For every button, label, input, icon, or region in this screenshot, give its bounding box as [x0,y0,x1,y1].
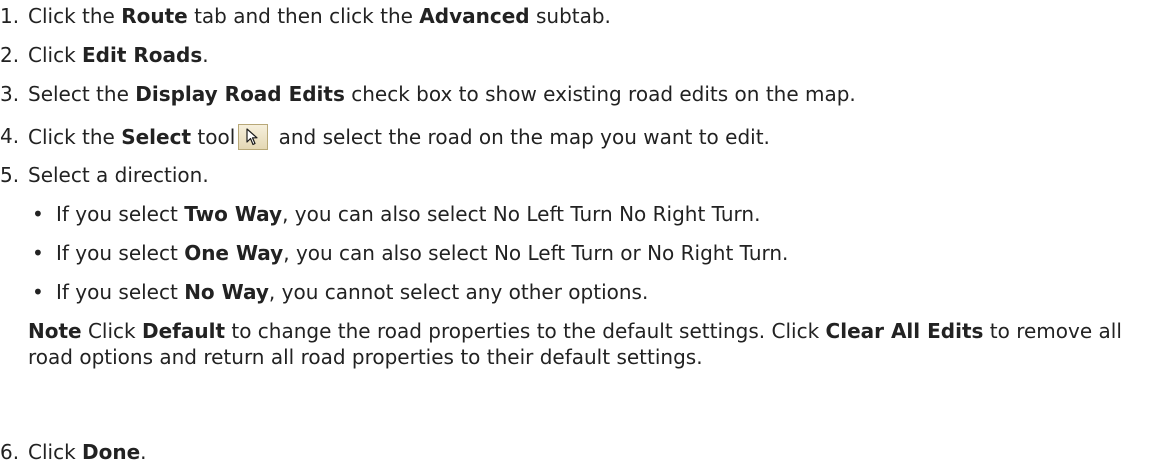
step-text: Select the Display Road Edits check box … [28,82,856,106]
step-number: 3. [0,82,20,106]
arrow-cursor-icon [238,124,269,150]
route-tab-ref: Route [121,4,188,28]
edit-roads-ref: Edit Roads [82,43,203,67]
note-paragraph: Note Click Default to change the road pr… [28,319,1122,369]
bullet-mark: • [32,280,44,304]
bullet-mark: • [32,202,44,226]
step-number: 5. [0,163,20,187]
bullet-text: If you select One Way, you can also sele… [56,241,789,265]
step-number: 1. [0,4,20,28]
advanced-subtab-ref: Advanced [419,4,530,28]
step-number: 6. [0,440,20,464]
step-text: Click the Route tab and then click the A… [28,4,611,28]
display-road-edits-ref: Display Road Edits [135,82,345,106]
bullet-text: If you select No Way, you cannot select … [56,280,649,304]
step-text: Click Done. [28,440,147,464]
step-text: Click Edit Roads. [28,43,209,67]
done-ref: Done [82,440,141,464]
step-number: 2. [0,43,20,67]
note-label: Note [28,319,82,343]
step-text: Select a direction. [28,163,209,187]
bullet-text: If you select Two Way, you can also sele… [56,202,761,226]
bullet-mark: • [32,241,44,265]
step-number: 4. [0,124,20,148]
step-text: Click the Select tool and select the roa… [28,124,770,150]
select-tool-ref: Select [121,125,192,149]
